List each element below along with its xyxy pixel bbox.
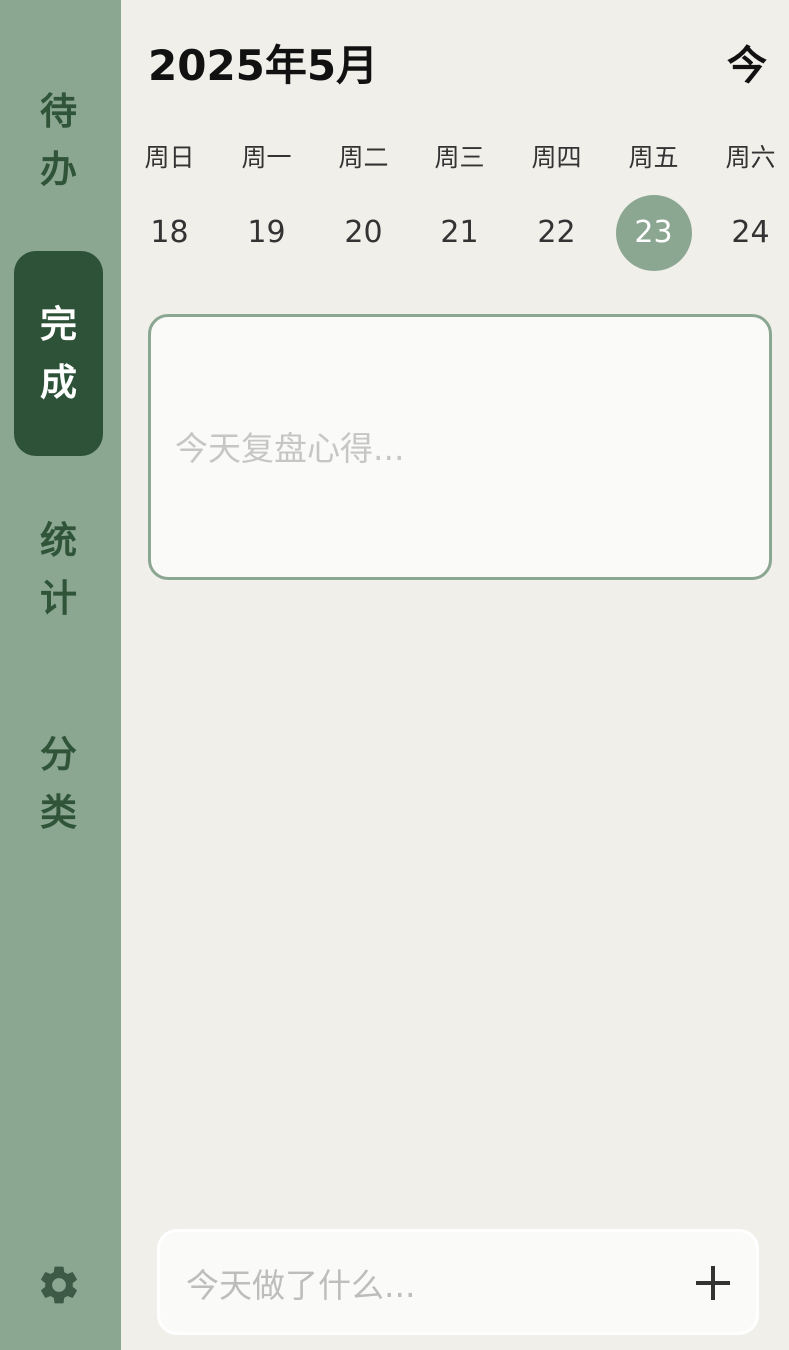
sidebar-item-todo[interactable]: 待 办 (14, 38, 103, 243)
sidebar-item-category[interactable]: 分 类 (14, 681, 103, 886)
date-number: 18 (150, 215, 189, 250)
day-monday[interactable]: 周一 19 (218, 136, 315, 286)
app-root: 待 办 完 成 统 计 分 类 2025年5月 今 周日 18 周一 19 周二… (0, 0, 789, 1350)
day-friday[interactable]: 周五 23 (605, 136, 702, 286)
sidebar: 待 办 完 成 统 计 分 类 (0, 0, 121, 1350)
gear-icon[interactable] (36, 1262, 82, 1308)
day-saturday[interactable]: 周六 24 (702, 136, 789, 286)
sidebar-item-label: 类 (40, 790, 77, 834)
weekday-label: 周日 (144, 143, 195, 172)
weekday-label: 周一 (241, 143, 292, 172)
month-title: 2025年5月 (148, 41, 379, 90)
date-number: 19 (247, 215, 286, 250)
day-wednesday[interactable]: 周三 21 (411, 136, 508, 286)
today-button[interactable]: 今 (722, 36, 772, 96)
sidebar-item-label: 待 (40, 89, 77, 133)
weekday-label: 周四 (531, 143, 582, 172)
weekday-label: 周三 (434, 143, 485, 172)
weekday-label: 周六 (725, 143, 776, 172)
sidebar-item-label: 分 (40, 732, 77, 776)
review-card (148, 314, 772, 580)
date-number: 22 (537, 215, 576, 250)
date-number: 20 (344, 215, 383, 250)
date-number: 24 (731, 215, 770, 250)
date-number: 21 (440, 215, 479, 250)
sidebar-item-done[interactable]: 完 成 (14, 251, 103, 456)
sidebar-item-label: 成 (40, 360, 77, 404)
sidebar-item-label: 完 (40, 302, 77, 346)
date-number-selected: 23 (615, 195, 692, 271)
week-strip: 周日 18 周一 19 周二 20 周三 21 周四 22 周五 23 周六 2… (121, 136, 789, 286)
weekday-label: 周五 (628, 143, 679, 172)
day-sunday[interactable]: 周日 18 (121, 136, 218, 286)
add-task-bar (157, 1229, 759, 1335)
sidebar-item-label: 计 (40, 576, 77, 620)
add-task-input[interactable] (186, 1260, 666, 1310)
sidebar-item-label: 办 (40, 147, 77, 191)
sidebar-item-stats[interactable]: 统 计 (14, 467, 103, 672)
day-tuesday[interactable]: 周二 20 (315, 136, 412, 286)
review-input[interactable] (175, 423, 735, 473)
day-thursday[interactable]: 周四 22 (508, 136, 605, 286)
sidebar-item-label: 统 (40, 518, 77, 562)
plus-icon[interactable] (688, 1258, 738, 1308)
weekday-label: 周二 (338, 143, 389, 172)
